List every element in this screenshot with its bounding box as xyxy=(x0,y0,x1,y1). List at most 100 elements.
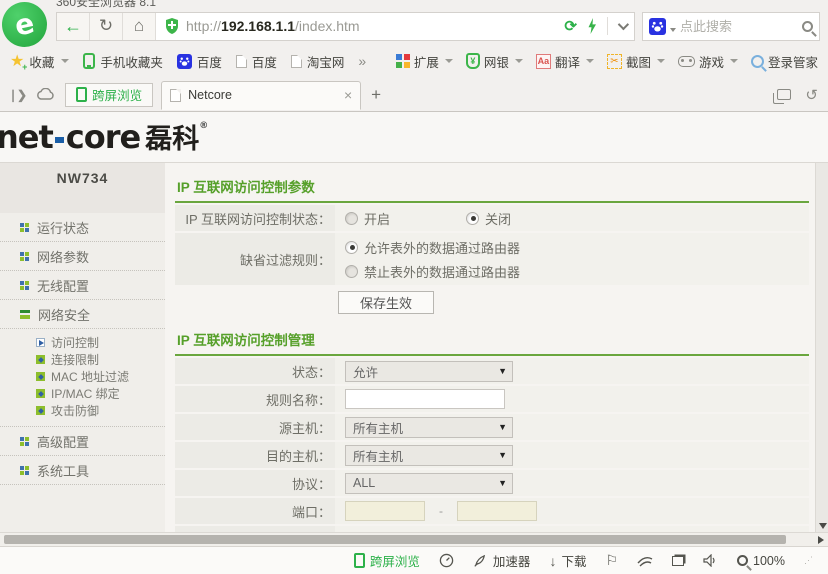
bookmark-baidu[interactable]: 百度 xyxy=(177,52,222,71)
statusbar-zoom-control[interactable]: 100% xyxy=(737,554,785,568)
statusbar-network-button[interactable] xyxy=(637,554,653,567)
tab-list-icon[interactable] xyxy=(777,89,791,100)
menu-grid-icon xyxy=(20,281,29,290)
home-button[interactable]: ⌂ xyxy=(123,13,156,40)
port-to-input[interactable] xyxy=(457,501,537,521)
chevron-down-icon xyxy=(586,59,594,63)
tool-label: 翻译 xyxy=(555,52,580,71)
back-button[interactable]: ← xyxy=(57,13,90,40)
window-icon xyxy=(672,556,684,566)
search-engine-dropdown-icon[interactable] xyxy=(670,28,676,32)
sidebar-item-system-tools[interactable]: 系统工具 xyxy=(0,456,165,485)
radio-option-deny[interactable]: 禁止表外的数据通过路由器 xyxy=(345,261,520,281)
tab-netcore[interactable]: Netcore × xyxy=(161,81,361,110)
url-field[interactable]: http://192.168.1.1/index.htm xyxy=(156,13,556,40)
statusbar-speed-gauge-button[interactable] xyxy=(439,553,454,568)
speed-mode-icon[interactable] xyxy=(587,18,597,34)
radio-option-disable[interactable]: 关闭 xyxy=(466,208,511,228)
search-icon[interactable] xyxy=(802,21,813,32)
refresh-button[interactable]: ↻ xyxy=(90,13,123,40)
zoom-level: 100% xyxy=(753,554,785,568)
sidebar-item-advanced-config[interactable]: 高级配置 xyxy=(0,427,165,456)
search-input[interactable] xyxy=(680,19,798,34)
rule-name-input[interactable] xyxy=(345,389,505,409)
sidebar-subitem-access-control[interactable]: 访问控制 xyxy=(0,334,165,351)
extensions-icon xyxy=(396,54,410,68)
omnibox: ← ↻ ⌂ http://192.168.1.1/index.htm ⟳ xyxy=(56,12,635,41)
statusbar-cross-screen-button[interactable]: 跨屏浏览 xyxy=(354,551,420,570)
vertical-scrollbar[interactable] xyxy=(815,163,828,532)
screenshot-icon: ✂ xyxy=(607,54,622,69)
router-model: NW734 xyxy=(0,163,165,213)
statusbar-report-button[interactable]: ⚐ xyxy=(605,552,618,569)
port-range-dash: - xyxy=(439,504,443,518)
statusbar-window-mode-button[interactable] xyxy=(672,556,684,566)
netbank-menu[interactable]: ¥ 网银 xyxy=(466,52,523,71)
sidebar-subitem-attack-defense[interactable]: 攻击防御 xyxy=(0,402,165,419)
statusbar-download-button[interactable]: ↓ 下载 xyxy=(549,551,586,570)
cloud-sync-icon[interactable] xyxy=(36,88,55,101)
dest-host-select[interactable]: 所有主机 ▼ xyxy=(345,445,513,466)
status-select[interactable]: 允许 ▼ xyxy=(345,361,513,382)
tool-label: 网银 xyxy=(484,52,509,71)
subitem-label: 攻击防御 xyxy=(51,402,99,419)
save-button[interactable]: 保存生效 xyxy=(338,291,434,314)
section-title-control-management: IP 互联网访问控制管理 xyxy=(175,326,809,356)
radio-icon[interactable] xyxy=(345,265,358,278)
row-control: - xyxy=(335,498,809,524)
protocol-select[interactable]: ALL ▼ xyxy=(345,473,513,494)
statusbar-accelerator-button[interactable]: 加速器 xyxy=(473,551,531,570)
bookmark-taobao[interactable]: 淘宝网 xyxy=(291,52,345,71)
diamond-icon xyxy=(36,389,45,398)
scroll-right-arrow-icon[interactable] xyxy=(818,536,824,544)
statusbar-label: 下载 xyxy=(561,551,586,570)
sidebar-item-wireless-config[interactable]: 无线配置 xyxy=(0,271,165,300)
radio-icon[interactable] xyxy=(466,212,479,225)
favorites-menu[interactable]: ★ 收藏 xyxy=(10,51,69,71)
scroll-down-arrow-icon[interactable] xyxy=(819,523,827,529)
resize-grip-icon[interactable]: ⋰ xyxy=(804,555,812,566)
more-bookmarks-button[interactable]: » xyxy=(358,53,366,69)
statusbar-sound-button[interactable] xyxy=(703,554,718,567)
row-source-host: 源主机： 所有主机 ▼ xyxy=(175,414,809,440)
url-path: /index.htm xyxy=(295,18,360,34)
translate-menu[interactable]: Aa 翻译 xyxy=(536,52,594,71)
port-from-input[interactable] xyxy=(345,501,425,521)
horizontal-scrollbar[interactable] xyxy=(0,532,828,546)
sidebar-item-network-security[interactable]: 网络安全 xyxy=(0,300,165,329)
logo-chinese: 磊科 xyxy=(145,117,199,156)
menu-grid-icon xyxy=(20,437,29,446)
router-sidebar: NW734 运行状态 网络参数 无线配置 网络安全 访问控制 xyxy=(0,163,165,532)
sidebar-subitem-ip-mac-binding[interactable]: IP/MAC 绑定 xyxy=(0,385,165,402)
bookmark-mobile-favorites[interactable]: 手机收藏夹 xyxy=(83,52,163,71)
auto-refresh-icon[interactable]: ⟳ xyxy=(564,17,577,35)
sidebar-item-network-params[interactable]: 网络参数 xyxy=(0,242,165,271)
login-manager-icon xyxy=(751,55,764,68)
diamond-icon xyxy=(36,372,45,381)
sidebar-subitem-mac-filter[interactable]: MAC 地址过滤 xyxy=(0,368,165,385)
window-titlebar: 360安全浏览器 8.1 xyxy=(0,0,828,8)
sidebar-toggle-icon[interactable]: ❘❯ xyxy=(8,88,26,102)
menu-grid-icon xyxy=(20,466,29,475)
extensions-menu[interactable]: 扩展 xyxy=(396,52,453,71)
new-tab-button[interactable]: + xyxy=(371,85,381,105)
bookmark-baidu2[interactable]: 百度 xyxy=(236,52,277,71)
radio-icon[interactable] xyxy=(345,212,358,225)
browser-logo-icon[interactable]: e xyxy=(2,2,47,47)
cross-screen-browse-button[interactable]: 跨屏浏览 xyxy=(65,83,153,107)
site-safety-shield-icon[interactable] xyxy=(164,17,180,35)
login-manager-button[interactable]: 登录管家 xyxy=(751,52,818,71)
radio-icon[interactable] xyxy=(345,241,358,254)
source-host-select[interactable]: 所有主机 ▼ xyxy=(345,417,513,438)
radio-option-allow[interactable]: 允许表外的数据通过路由器 xyxy=(345,237,520,257)
games-menu[interactable]: 游戏 xyxy=(678,52,738,71)
scrollbar-thumb[interactable] xyxy=(4,535,786,544)
sidebar-item-running-status[interactable]: 运行状态 xyxy=(0,213,165,242)
radio-option-enable[interactable]: 开启 xyxy=(345,208,390,228)
close-tab-icon[interactable]: × xyxy=(344,87,352,103)
reopen-closed-tab-icon[interactable]: ↺ xyxy=(805,86,818,104)
sidebar-subitem-connection-limit[interactable]: 连接限制 xyxy=(0,351,165,368)
url-dropdown-icon[interactable] xyxy=(618,19,629,30)
screenshot-menu[interactable]: ✂ 截图 xyxy=(607,52,665,71)
baidu-search-engine-icon[interactable] xyxy=(649,18,666,35)
